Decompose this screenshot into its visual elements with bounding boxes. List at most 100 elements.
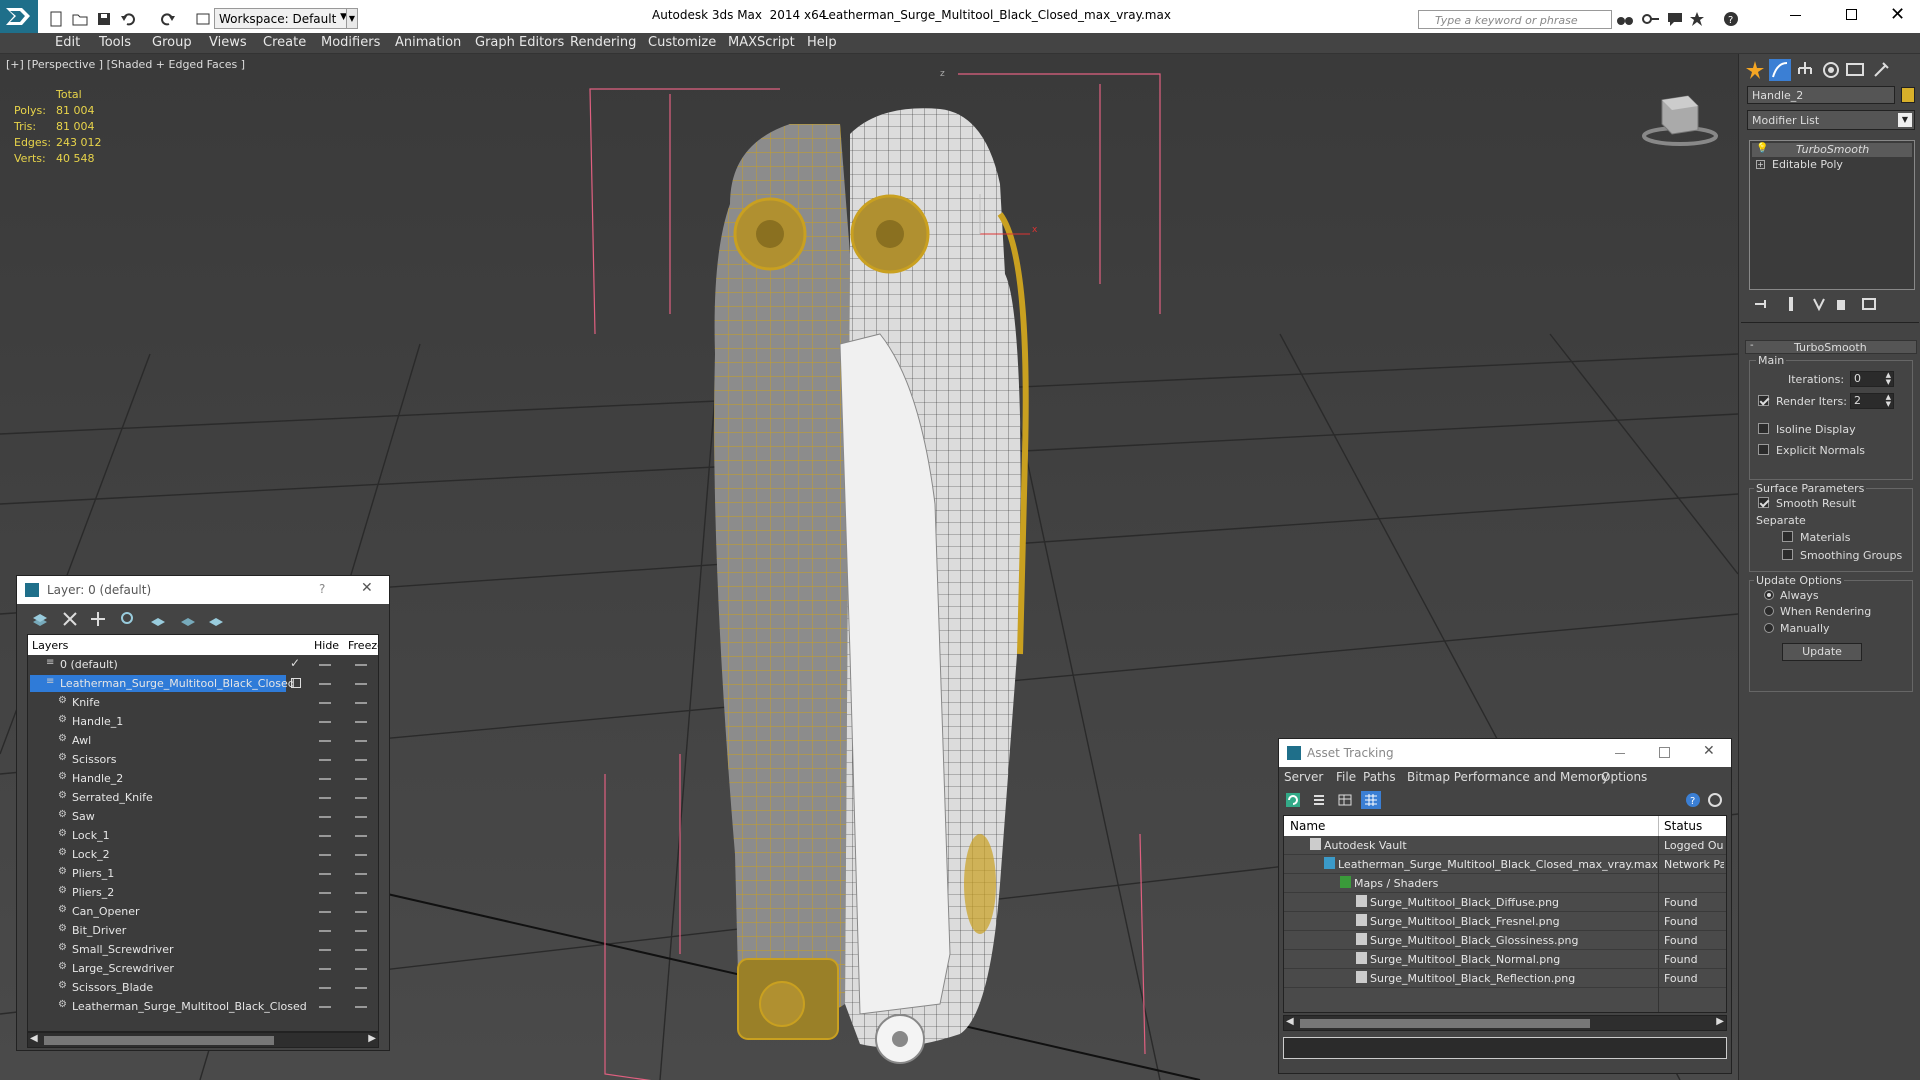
asset-row[interactable]: Surge_Multitool_Black_Reflection.png Foun… (1284, 969, 1726, 988)
hide-toggle[interactable] (319, 759, 331, 761)
layer-row[interactable]: ⚙ Saw (28, 807, 378, 826)
layer-row[interactable]: ⚙ Pliers_1 (28, 864, 378, 883)
hide-all-layers-icon[interactable] (179, 610, 197, 628)
asset-row[interactable]: Surge_Multitool_Black_Normal.png Found (1284, 950, 1726, 969)
create-tab-icon[interactable] (1745, 60, 1765, 80)
menu-group[interactable]: Group (152, 35, 192, 50)
add-to-layer-icon[interactable] (89, 610, 107, 628)
viewcube-icon[interactable] (1640, 88, 1720, 148)
asset-row[interactable]: Maps / Shaders (1284, 874, 1726, 893)
hide-toggle[interactable] (319, 721, 331, 723)
object-color-swatch[interactable] (1901, 87, 1915, 103)
layer-close-button[interactable]: ✕ (361, 580, 373, 596)
asset-row[interactable]: Surge_Multitool_Black_Fresnel.png Found (1284, 912, 1726, 931)
freeze-toggle[interactable] (355, 892, 367, 894)
asset-col-status[interactable]: Status (1664, 819, 1702, 833)
col-layers[interactable]: Layers (32, 639, 68, 652)
menu-animation[interactable]: Animation (395, 35, 461, 50)
utilities-tab-icon[interactable] (1871, 60, 1891, 80)
make-current-checkbox[interactable] (291, 678, 301, 688)
freeze-toggle[interactable] (355, 854, 367, 856)
hide-toggle[interactable] (319, 835, 331, 837)
save-file-icon[interactable] (96, 11, 112, 27)
hide-toggle[interactable] (319, 664, 331, 666)
show-end-result-icon[interactable] (1783, 296, 1799, 312)
collapse-icon[interactable]: - (1750, 340, 1754, 351)
hide-toggle[interactable] (319, 873, 331, 875)
expand-plus-icon[interactable]: + (1756, 160, 1765, 169)
render-iters-checkbox[interactable] (1758, 395, 1769, 406)
undo-icon[interactable] (120, 11, 136, 27)
layer-row[interactable]: ⚙ Bit_Driver (28, 921, 378, 940)
menu-help[interactable]: Help (807, 35, 837, 50)
binoculars-icon[interactable] (1616, 11, 1634, 27)
asset-row[interactable]: Surge_Multitool_Black_Diffuse.png Found (1284, 893, 1726, 912)
scroll-right-icon[interactable]: ▶ (368, 1033, 376, 1044)
asset-row[interactable]: Autodesk Vault Logged Ou (1284, 836, 1726, 855)
hide-toggle[interactable] (319, 702, 331, 704)
workspace-dropdown[interactable]: Workspace: Default ▼ (214, 8, 352, 29)
freeze-toggle[interactable] (355, 683, 367, 685)
asset-menu-bitmap-performance[interactable]: Bitmap Performance and Memory (1407, 770, 1609, 784)
freeze-toggle[interactable] (355, 702, 367, 704)
hide-toggle[interactable] (319, 911, 331, 913)
freeze-toggle[interactable] (355, 778, 367, 780)
asset-settings-icon[interactable] (1707, 792, 1723, 808)
key-icon[interactable] (1642, 11, 1660, 27)
layer-title-bar[interactable]: Layer: 0 (default) ? ✕ (17, 576, 389, 604)
always-radio[interactable] (1764, 590, 1774, 600)
stack-item-turbosmooth[interactable]: 💡 TurboSmooth (1752, 143, 1912, 157)
freeze-toggle[interactable] (355, 816, 367, 818)
when-rendering-radio[interactable] (1764, 606, 1774, 616)
new-file-icon[interactable] (48, 11, 64, 27)
hierarchy-tab-icon[interactable] (1795, 60, 1815, 80)
layer-scroll-thumb[interactable] (44, 1036, 274, 1045)
highlight-layer-icon[interactable] (149, 610, 167, 628)
menu-views[interactable]: Views (209, 35, 247, 50)
favorites-star-icon[interactable] (1688, 11, 1706, 27)
asset-menu-server[interactable]: Server (1284, 770, 1323, 784)
menu-graph-editors[interactable]: Graph Editors (475, 35, 564, 50)
light-bulb-icon[interactable]: 💡 (1756, 143, 1768, 154)
column-divider[interactable] (1658, 816, 1659, 836)
hide-toggle[interactable] (319, 968, 331, 970)
remove-modifier-icon[interactable] (1833, 296, 1849, 312)
delete-layer-icon[interactable] (61, 610, 79, 628)
freeze-toggle[interactable] (355, 930, 367, 932)
layer-row[interactable]: ⚙ Scissors (28, 750, 378, 769)
layer-row[interactable]: ⚙ Knife (28, 693, 378, 712)
current-layer-check-icon[interactable]: ✓ (290, 656, 300, 670)
hide-toggle[interactable] (319, 1006, 331, 1008)
hold-icon[interactable] (195, 11, 211, 27)
asset-minimize-button[interactable] (1615, 753, 1625, 754)
freeze-toggle[interactable] (355, 721, 367, 723)
communication-icon[interactable] (1666, 11, 1684, 27)
scroll-right-icon[interactable]: ▶ (1716, 1016, 1724, 1027)
spinner-arrows-icon[interactable]: ▲ ▼ (1886, 394, 1891, 408)
materials-checkbox[interactable] (1782, 531, 1793, 542)
refresh-icon[interactable] (1285, 792, 1301, 808)
minimize-button[interactable] (1790, 15, 1801, 16)
layer-row[interactable]: ⚙ Lock_2 (28, 845, 378, 864)
close-button[interactable]: ✕ (1890, 4, 1905, 25)
select-objects-icon[interactable] (119, 610, 137, 628)
asset-title-bar[interactable]: Asset Tracking ✕ (1279, 739, 1731, 767)
hide-toggle[interactable] (319, 816, 331, 818)
layer-row[interactable]: ⚙ Leatherman_Surge_Multitool_Black_Closed (28, 997, 378, 1016)
update-button[interactable]: Update (1782, 643, 1862, 661)
menu-tools[interactable]: Tools (99, 35, 131, 50)
redo-icon[interactable] (160, 11, 176, 27)
layer-row[interactable]: ⚙ Handle_2 (28, 769, 378, 788)
layer-row[interactable]: ⚙ Scissors_Blade (28, 978, 378, 997)
maximize-button[interactable] (1846, 9, 1857, 20)
object-name-field[interactable]: Handle_2 (1747, 86, 1895, 104)
asset-close-button[interactable]: ✕ (1703, 743, 1715, 759)
hide-toggle[interactable] (319, 892, 331, 894)
hide-toggle[interactable] (319, 778, 331, 780)
freeze-toggle[interactable] (355, 835, 367, 837)
layer-row[interactable]: ≡ 0 (default) ✓ (28, 655, 378, 674)
freeze-toggle[interactable] (355, 664, 367, 666)
smoothing-groups-checkbox[interactable] (1782, 549, 1793, 560)
freeze-toggle[interactable] (355, 987, 367, 989)
scroll-left-icon[interactable]: ◀ (30, 1033, 38, 1044)
